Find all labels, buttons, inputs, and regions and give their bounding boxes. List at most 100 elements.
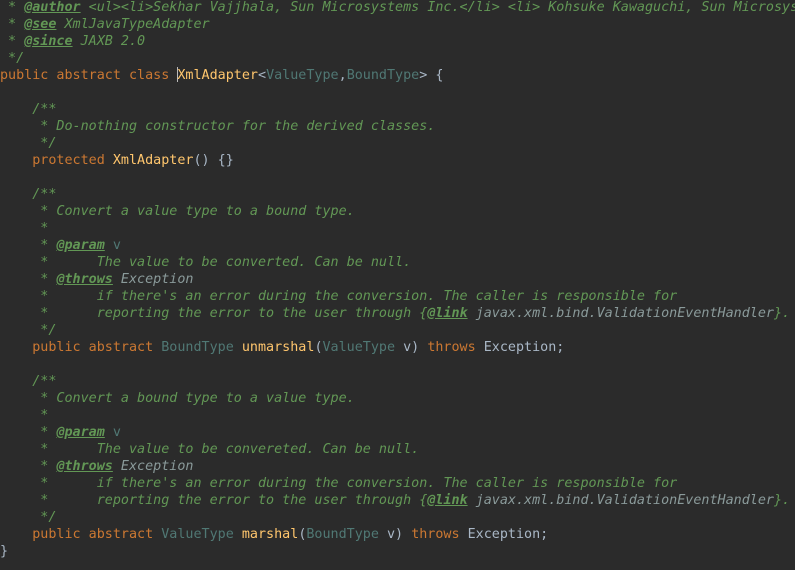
code-token: Exception (112, 459, 194, 474)
code-line[interactable]: * @author <ul><li>Sekhar Vajjhala, Sun M… (0, 0, 795, 16)
code-line[interactable]: * if there's an error during the convers… (0, 475, 677, 492)
code-token: throws (427, 340, 476, 355)
code-line[interactable]: * Do-nothing constructor for the derived… (0, 118, 435, 135)
code-token: v) (395, 340, 428, 355)
code-token: @since (24, 34, 73, 49)
code-line[interactable]: * The value to be convereted. Can be nul… (0, 441, 419, 458)
code-token: ValueType (322, 340, 396, 355)
code-token: * (0, 17, 25, 32)
code-line[interactable]: /** (0, 373, 56, 390)
code-token: @author (24, 0, 81, 15)
code-token: v) (378, 527, 412, 542)
code-token: }. (773, 306, 791, 321)
code-token: Exception (112, 272, 194, 287)
code-token: */ (0, 510, 57, 525)
code-token: @throws (56, 459, 113, 474)
code-token: * reporting the error to the user throug… (0, 306, 428, 321)
code-token: XmlJavaTypeAdapter (56, 17, 210, 32)
code-token: * (0, 272, 57, 287)
code-token: /** (0, 102, 57, 117)
code-token: * reporting the error to the user throug… (0, 493, 428, 508)
code-token: Exception; (475, 340, 565, 355)
code-token: * (0, 0, 25, 15)
code-token: > { (419, 68, 444, 83)
code-line[interactable]: * @throws Exception (0, 458, 194, 475)
code-token: public abstract (0, 340, 162, 355)
code-line[interactable]: */ (0, 135, 56, 152)
code-token: * (0, 221, 49, 236)
code-token: @link (427, 306, 468, 321)
code-token: javax.xml.bind.ValidationEventHandler (467, 493, 774, 508)
code-line[interactable]: */ (0, 509, 56, 526)
code-token: public abstract (0, 527, 162, 542)
code-line[interactable]: /** (0, 186, 56, 203)
code-editor[interactable]: * @author <ul><li>Sekhar Vajjhala, Sun M… (0, 0, 795, 570)
code-token: v (104, 425, 121, 440)
code-token: @link (427, 493, 468, 508)
code-token: v (104, 238, 121, 253)
code-token: * Convert a value type to a bound type. (0, 204, 355, 219)
code-token: * The value to be converted. Can be null… (0, 255, 412, 270)
code-token: /** (0, 374, 57, 389)
code-token: * (0, 408, 49, 423)
code-line[interactable]: /** (0, 101, 56, 118)
code-line[interactable]: * reporting the error to the user throug… (0, 305, 790, 322)
code-token: * (0, 238, 57, 253)
code-line[interactable]: * @see XmlJavaTypeAdapter (0, 16, 210, 33)
code-line[interactable]: public abstract class XmlAdapter<ValueTy… (0, 67, 443, 84)
code-line[interactable]: public abstract BoundType unmarshal(Valu… (0, 339, 564, 356)
code-token: * Convert a bound type to a value type. (0, 391, 355, 406)
code-token: XmlAdapter (112, 153, 194, 168)
code-token: * (0, 425, 57, 440)
code-token: */ (0, 136, 57, 151)
code-token: ValueType (161, 527, 234, 542)
code-token: protected (0, 153, 113, 168)
code-token: * (0, 459, 57, 474)
code-line[interactable]: * reporting the error to the user throug… (0, 492, 790, 509)
code-token: @param (56, 425, 105, 440)
code-token: * if there's an error during the convers… (0, 476, 678, 491)
code-token: XmlAdapter (177, 68, 258, 83)
code-line[interactable]: public abstract ValueType marshal(BoundT… (0, 526, 548, 543)
code-line[interactable]: protected XmlAdapter() {} (0, 152, 234, 169)
code-token: * (0, 34, 25, 49)
code-line[interactable]: * (0, 407, 48, 424)
code-token: */ (0, 323, 57, 338)
code-token: @throws (56, 272, 113, 287)
code-token: */ (0, 51, 25, 66)
code-line[interactable]: * @since JAXB 2.0 (0, 33, 145, 50)
code-line[interactable]: * Convert a bound type to a value type. (0, 390, 355, 407)
code-line[interactable]: } (0, 543, 8, 560)
code-token: ValueType (266, 68, 339, 83)
code-token: @see (24, 17, 57, 32)
code-token: @param (56, 238, 105, 253)
code-token: < (258, 68, 267, 83)
code-line[interactable]: */ (0, 50, 24, 67)
code-token: /** (0, 187, 57, 202)
code-token: * The value to be convereted. Can be nul… (0, 442, 420, 457)
code-token: ( (314, 340, 323, 355)
code-line[interactable]: */ (0, 322, 56, 339)
code-line[interactable]: * (0, 220, 48, 237)
code-token: * if there's an error during the convers… (0, 289, 678, 304)
code-token: public abstract class (0, 68, 178, 83)
code-token: Exception; (459, 527, 549, 542)
code-line[interactable]: * @param v (0, 424, 121, 441)
code-token: }. (773, 493, 791, 508)
code-line[interactable]: * Convert a value type to a bound type. (0, 203, 355, 220)
code-token: BoundType (306, 527, 379, 542)
code-token: throws (411, 527, 460, 542)
code-line[interactable]: * @throws Exception (0, 271, 194, 288)
code-token: javax.xml.bind.ValidationEventHandler (467, 306, 774, 321)
code-token: <ul><li>Sekhar Vajjhala, Sun Microsystem… (88, 0, 795, 15)
code-line[interactable]: * The value to be converted. Can be null… (0, 254, 411, 271)
code-token: } (0, 544, 9, 559)
code-token: () {} (193, 153, 234, 168)
code-line[interactable]: * @param v (0, 237, 121, 254)
code-line[interactable]: * if there's an error during the convers… (0, 288, 677, 305)
code-token: marshal (241, 527, 299, 542)
code-token: JAXB 2.0 (72, 34, 146, 49)
code-token: , (338, 68, 347, 83)
